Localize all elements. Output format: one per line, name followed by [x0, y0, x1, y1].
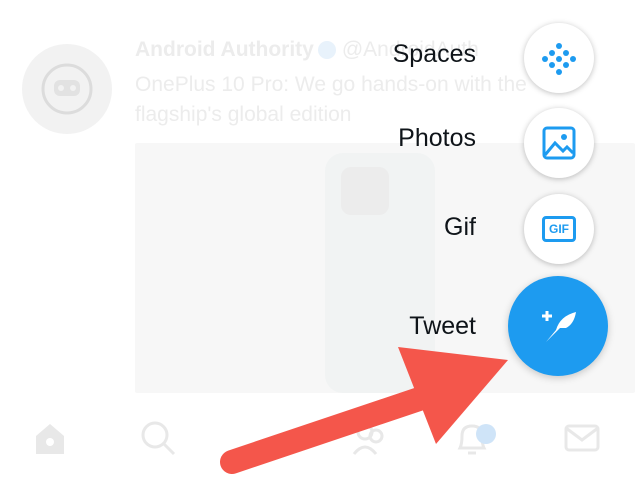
gif-button[interactable]: GIF	[524, 194, 594, 264]
compose-tweet-icon	[542, 311, 576, 342]
author-avatar	[22, 44, 112, 134]
gif-icon: GIF	[542, 216, 576, 242]
tweet-text: OnePlus 10 Pro: We go hands-on with the …	[135, 73, 527, 126]
home-icon	[30, 418, 78, 466]
fab-label-gif: Gif	[444, 213, 476, 241]
search-icon	[138, 418, 186, 466]
fab-label-photos: Photos	[398, 124, 476, 152]
gif-icon-text: GIF	[549, 222, 569, 236]
communities-icon	[350, 418, 398, 466]
messages-icon	[562, 418, 610, 466]
notifications-icon	[452, 418, 500, 466]
bottom-tab-bar	[0, 418, 636, 490]
verified-icon	[317, 41, 336, 60]
photos-button[interactable]	[524, 108, 594, 178]
spaces-icon	[542, 43, 576, 75]
fab-label-tweet: Tweet	[409, 312, 476, 340]
camera-module	[341, 167, 389, 215]
tweet-author: Android Authority	[135, 38, 314, 61]
image-icon	[542, 126, 576, 160]
spaces-button[interactable]	[524, 23, 594, 93]
notification-badge	[476, 424, 496, 444]
fab-label-spaces: Spaces	[392, 40, 476, 68]
phone-image	[325, 153, 435, 393]
compose-tweet-button[interactable]	[508, 276, 608, 376]
